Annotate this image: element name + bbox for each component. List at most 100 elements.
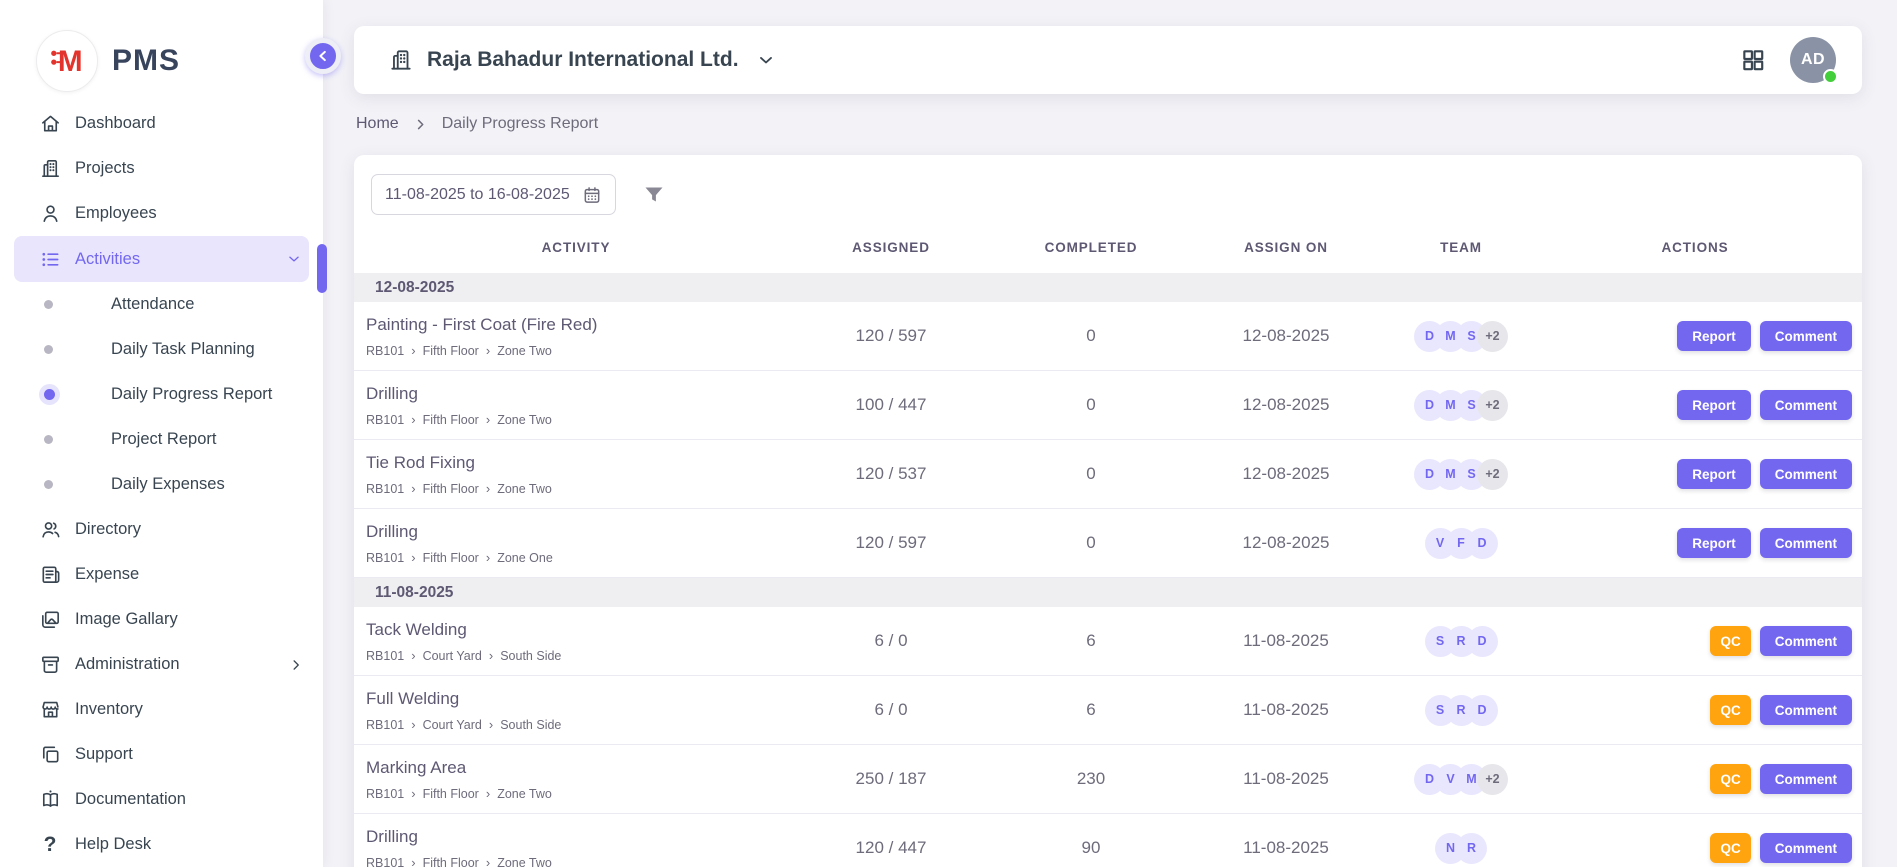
path-segment: Court Yard bbox=[423, 718, 482, 732]
path-segment: Zone Two bbox=[497, 344, 552, 358]
sidebar-item-activities[interactable]: Activities bbox=[14, 236, 309, 282]
comment-button[interactable]: Comment bbox=[1760, 695, 1852, 725]
chevron-right-icon: › bbox=[411, 413, 415, 426]
report-button[interactable]: Report bbox=[1677, 459, 1751, 489]
date-range-input[interactable]: 11-08-2025 to 16-08-2025 bbox=[371, 174, 616, 215]
qc-button[interactable]: QC bbox=[1710, 695, 1750, 725]
sidebar-item-administration[interactable]: Administration bbox=[0, 642, 323, 687]
comment-button[interactable]: Comment bbox=[1760, 321, 1852, 351]
actions-cell: Report Comment bbox=[1536, 321, 1854, 351]
store-icon bbox=[38, 698, 62, 722]
path-segment: RB101 bbox=[366, 718, 404, 732]
path-segment: RB101 bbox=[366, 787, 404, 801]
bullet-dot-icon bbox=[44, 480, 53, 489]
sidebar-subitem-label: Project Report bbox=[111, 430, 216, 449]
chevron-right-icon bbox=[287, 656, 305, 674]
page: M PMS Dashboard ProjectsEmployeesActiviti… bbox=[0, 0, 1897, 867]
sidebar-nav: Dashboard ProjectsEmployeesActivities Atte… bbox=[0, 101, 323, 867]
chevron-right-icon: › bbox=[486, 413, 490, 426]
comment-button[interactable]: Comment bbox=[1760, 764, 1852, 794]
comment-button[interactable]: Comment bbox=[1760, 833, 1852, 863]
sidebar-item-employees[interactable]: Employees bbox=[0, 191, 323, 236]
column-header-assign-on: Assign On bbox=[1186, 240, 1386, 255]
comment-button[interactable]: Comment bbox=[1760, 390, 1852, 420]
team-avatar: R bbox=[1456, 833, 1487, 864]
team-cell: DVM+2 bbox=[1386, 764, 1536, 795]
path-segment: Fifth Floor bbox=[423, 482, 479, 496]
breadcrumb-home[interactable]: Home bbox=[356, 115, 399, 133]
chevron-right-icon: › bbox=[411, 649, 415, 662]
sidebar-item-support[interactable]: Support bbox=[0, 732, 323, 777]
activity-location-path: RB101›Fifth Floor›Zone Two bbox=[366, 413, 786, 427]
completed-cell: 0 bbox=[996, 533, 1186, 553]
activity-location-path: RB101›Fifth Floor›Zone Two bbox=[366, 344, 786, 358]
sidebar-item-help-desk[interactable]: ?Help Desk bbox=[0, 822, 323, 867]
sidebar-item-dashboard[interactable]: Dashboard bbox=[0, 101, 323, 146]
sidebar-item-directory[interactable]: Directory bbox=[0, 507, 323, 552]
completed-cell: 6 bbox=[996, 700, 1186, 720]
sidebar-item-documentation[interactable]: Documentation bbox=[0, 777, 323, 822]
assign-on-cell: 12-08-2025 bbox=[1186, 533, 1386, 553]
team-cell: DMS+2 bbox=[1386, 321, 1536, 352]
sidebar-subitem-project-report[interactable]: Project Report bbox=[0, 417, 323, 462]
path-segment: Fifth Floor bbox=[423, 551, 479, 565]
sidebar-subitem-daily-expenses[interactable]: Daily Expenses bbox=[0, 462, 323, 507]
activity-location-path: RB101›Court Yard›South Side bbox=[366, 649, 786, 663]
sidebar-item-projects[interactable]: Projects bbox=[0, 146, 323, 191]
team-avatar-extra-count: +2 bbox=[1477, 321, 1508, 352]
sidebar-item-expense[interactable]: Expense bbox=[0, 552, 323, 597]
report-button[interactable]: Report bbox=[1677, 390, 1751, 420]
report-button[interactable]: Report bbox=[1677, 528, 1751, 558]
table-row: Marking AreaRB101›Fifth Floor›Zone Two25… bbox=[354, 745, 1862, 814]
bullet-dot-icon bbox=[44, 345, 53, 354]
sidebar-subitem-label: Attendance bbox=[111, 295, 194, 314]
path-segment: RB101 bbox=[366, 856, 404, 867]
activity-title: Drilling bbox=[366, 384, 786, 404]
path-segment: RB101 bbox=[366, 344, 404, 358]
sidebar-subitem-label: Daily Progress Report bbox=[111, 385, 272, 404]
actions-cell: Report Comment bbox=[1536, 390, 1854, 420]
activity-location-path: RB101›Fifth Floor›Zone One bbox=[366, 551, 786, 565]
sidebar-subitem-daily-task-planning[interactable]: Daily Task Planning bbox=[0, 327, 323, 372]
comment-button[interactable]: Comment bbox=[1760, 528, 1852, 558]
qc-button[interactable]: QC bbox=[1710, 764, 1750, 794]
sidebar-active-indicator bbox=[317, 244, 327, 293]
path-segment: Fifth Floor bbox=[423, 856, 479, 867]
column-header-actions: Actions bbox=[1536, 240, 1854, 255]
column-header-completed: Completed bbox=[996, 240, 1186, 255]
report-card: 11-08-2025 to 16-08-2025 Activity Assi bbox=[354, 155, 1862, 867]
actions-cell: Report Comment bbox=[1536, 528, 1854, 558]
report-button[interactable]: Report bbox=[1677, 321, 1751, 351]
chevron-right-icon: › bbox=[411, 718, 415, 731]
users-icon bbox=[38, 518, 62, 542]
column-header-team: Team bbox=[1386, 240, 1536, 255]
team-avatar-extra-count: +2 bbox=[1477, 390, 1508, 421]
qc-button[interactable]: QC bbox=[1710, 833, 1750, 863]
comment-button[interactable]: Comment bbox=[1760, 626, 1852, 656]
assign-on-cell: 12-08-2025 bbox=[1186, 326, 1386, 346]
chevron-right-icon: › bbox=[486, 856, 490, 867]
assigned-cell: 120 / 537 bbox=[786, 464, 996, 484]
sidebar-subitem-daily-progress-report[interactable]: Daily Progress Report bbox=[0, 372, 323, 417]
assigned-cell: 120 / 447 bbox=[786, 838, 996, 858]
breadcrumb-current: Daily Progress Report bbox=[442, 115, 599, 133]
completed-cell: 6 bbox=[996, 631, 1186, 651]
qc-button[interactable]: QC bbox=[1710, 626, 1750, 656]
company-selector[interactable]: Raja Bahadur International Ltd. bbox=[388, 47, 776, 73]
sidebar-collapse-button[interactable] bbox=[305, 38, 341, 74]
path-segment: Zone Two bbox=[497, 856, 552, 867]
sidebar-subitem-label: Daily Expenses bbox=[111, 475, 225, 494]
app-logo[interactable]: M PMS bbox=[0, 0, 323, 96]
sidebar-subitem-attendance[interactable]: Attendance bbox=[0, 282, 323, 327]
user-avatar[interactable]: AD bbox=[1790, 37, 1836, 83]
comment-button[interactable]: Comment bbox=[1760, 459, 1852, 489]
table-row: Full WeldingRB101›Court Yard›South Side6… bbox=[354, 676, 1862, 745]
sidebar-item-label: Help Desk bbox=[75, 835, 305, 854]
completed-cell: 0 bbox=[996, 326, 1186, 346]
sidebar-item-inventory[interactable]: Inventory bbox=[0, 687, 323, 732]
sidebar-item-image-gallary[interactable]: Image Gallary bbox=[0, 597, 323, 642]
filter-funnel-icon[interactable] bbox=[642, 183, 666, 207]
actions-cell: QC Comment bbox=[1536, 626, 1854, 656]
sidebar-item-label: Dashboard bbox=[75, 114, 305, 133]
apps-grid-icon[interactable] bbox=[1740, 47, 1766, 73]
